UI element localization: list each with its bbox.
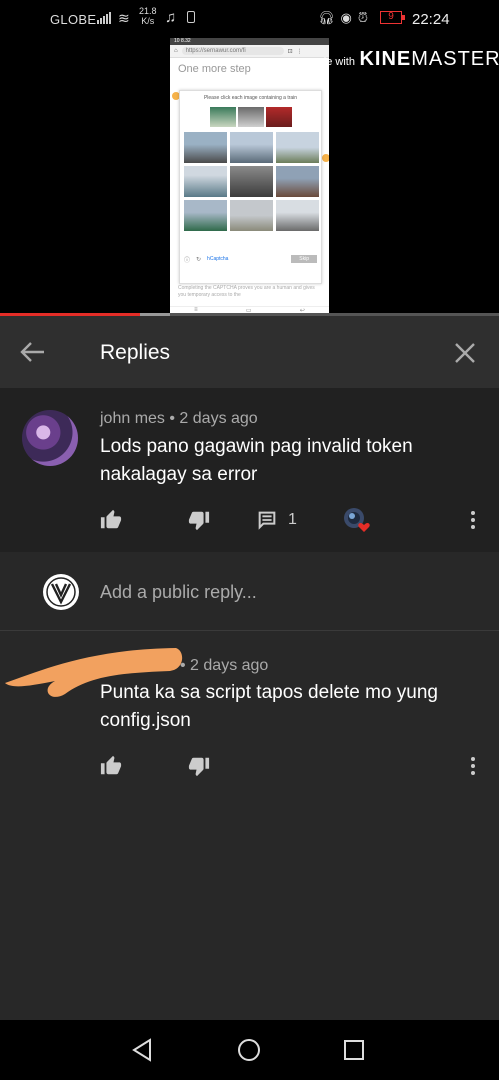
captcha-tile <box>276 132 319 163</box>
reply-count-button[interactable]: 1 <box>256 508 297 532</box>
battery-cap <box>402 15 405 20</box>
captcha-tile <box>184 200 227 231</box>
captcha-widget: Please click each image containing a tra… <box>179 90 322 284</box>
creator-heart-icon <box>344 508 370 532</box>
eye-icon: ◉ <box>340 10 352 25</box>
comment-icon <box>258 511 276 530</box>
comment-text: Lods pano gagawin pag invalid token naka… <box>100 436 413 485</box>
captcha-brand: hCaptcha <box>207 256 229 262</box>
comment-time: 2 days ago <box>190 657 269 674</box>
status-bar: GLOBE ≋ 21.8 K/s ♫ 🎧︎ ◉ ⏰︎ 9 22:24 <box>0 0 499 36</box>
replies-header: Replies <box>0 316 499 388</box>
watermark-brand-bold: KINE <box>359 48 412 70</box>
comment-author[interactable]: john mes <box>100 410 165 427</box>
creator-heart <box>343 508 371 532</box>
phone-status-bar: 10 8.32 <box>170 38 329 45</box>
captcha-tile <box>230 166 273 197</box>
comment-meta: • 2 days ago <box>180 657 269 674</box>
watermark-brand-light: MASTER <box>411 48 499 70</box>
sample-image <box>237 107 264 127</box>
captcha-tile <box>230 200 273 231</box>
arrow-left-icon[interactable] <box>18 340 46 364</box>
back-triangle-icon[interactable] <box>130 1038 154 1062</box>
captcha-tile <box>276 166 319 197</box>
net-speed-unit: K/s <box>141 16 155 26</box>
thumb-up-icon <box>100 755 122 775</box>
carrier-label: GLOBE <box>50 12 97 27</box>
comment-text: Punta ka sa script tapos delete mo yung … <box>100 682 438 731</box>
avatar[interactable] <box>22 410 78 466</box>
phone-heading: One more step <box>178 63 251 75</box>
parent-comment: john mes • 2 days ago Lods pano gagawin … <box>0 388 499 552</box>
net-speed-value: 21.8 <box>139 6 157 16</box>
recents-square-icon[interactable] <box>343 1039 365 1061</box>
watermark-made-with: ade with <box>314 56 355 68</box>
captcha-tile <box>276 200 319 231</box>
captcha-skip-button: Skip <box>291 255 317 263</box>
alarm-icon: ⏰︎ <box>357 10 368 25</box>
watermark-brand: KINEMASTER <box>359 48 499 70</box>
kinemaster-watermark: ade with KINEMASTER <box>314 48 499 71</box>
user-avatar <box>43 574 79 610</box>
status-time: 22:24 <box>412 11 450 28</box>
like-button[interactable] <box>100 754 122 778</box>
comment-time: 2 days ago <box>179 410 258 427</box>
signal-icon <box>97 10 111 24</box>
reply-input[interactable]: Add a public reply... <box>100 582 257 603</box>
headphones-icon: 🎧︎ <box>318 10 335 25</box>
battery-icon: 9 <box>380 11 402 24</box>
captcha-tile <box>184 132 227 163</box>
thumb-down-icon <box>188 757 210 777</box>
phone-footer-text: Completing the CAPTCHA proves you are a … <box>178 285 315 298</box>
replies-title: Replies <box>100 341 171 364</box>
sample-image <box>209 107 236 127</box>
like-button[interactable] <box>100 508 122 532</box>
video-player[interactable]: 10 8.32 ⌂ https://sernawur.com/fi ⊡ ⋮ On… <box>0 36 499 316</box>
wifi-icon: ≋ <box>118 10 130 26</box>
android-nav-bar <box>0 1020 499 1080</box>
more-vert-icon[interactable] <box>463 508 483 532</box>
sample-image <box>265 107 292 127</box>
more-vert-icon[interactable] <box>463 754 483 778</box>
close-icon[interactable] <box>453 341 477 365</box>
home-icon: ⌂ <box>174 48 178 54</box>
captcha-footer: ⓘ ↻ hCaptcha Skip <box>184 253 317 265</box>
captcha-sample-images <box>180 107 321 127</box>
reply-count: 1 <box>288 511 297 528</box>
info-icon: ⓘ <box>184 257 191 264</box>
sd-card-icon <box>187 11 195 23</box>
captcha-tile <box>184 166 227 197</box>
dislike-button[interactable] <box>188 508 210 532</box>
captcha-tile <box>230 132 273 163</box>
thumb-up-icon <box>100 509 122 529</box>
tabs-icon: ⊡ <box>287 48 293 55</box>
music-icon: ♫ <box>165 9 177 26</box>
comment-meta: john mes • 2 days ago <box>100 410 258 427</box>
menu-icon: ⋮ <box>296 48 303 55</box>
phone-url-bar: ⌂ https://sernawur.com/fi ⊡ ⋮ <box>170 45 329 58</box>
refresh-icon: ↻ <box>196 256 202 263</box>
video-frame-phone-screenshot: 10 8.32 ⌂ https://sernawur.com/fi ⊡ ⋮ On… <box>170 38 329 316</box>
touch-indicator <box>322 154 329 162</box>
status-icons: 🎧︎ ◉ ⏰︎ <box>318 10 368 26</box>
captcha-prompt: Please click each image containing a tra… <box>203 95 298 101</box>
dislike-button[interactable] <box>188 754 210 778</box>
phone-url: https://sernawur.com/fi <box>181 47 284 55</box>
reply-comment: • 2 days ago Punta ka sa script tapos de… <box>0 631 499 1021</box>
net-speed: 21.8 K/s <box>139 6 157 26</box>
thumb-down-icon <box>188 511 210 531</box>
captcha-grid <box>184 132 319 231</box>
home-circle-icon[interactable] <box>237 1038 261 1062</box>
